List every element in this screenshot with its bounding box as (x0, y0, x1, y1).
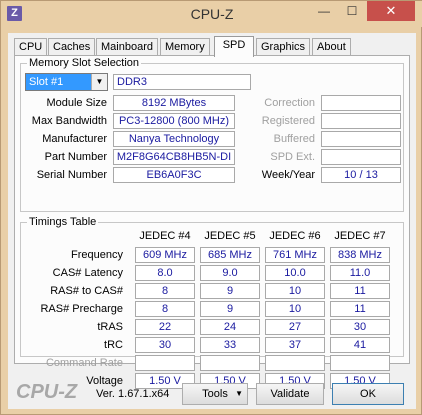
buffered-label: Buffered (273, 133, 315, 145)
timings-cell: 761 MHz (265, 247, 325, 263)
title-bar[interactable]: Z CPU-Z — ☐ ✕ (1, 1, 422, 27)
registered-label: Registered (261, 115, 315, 127)
manufacturer-label: Manufacturer (42, 133, 107, 145)
tab-mainboard[interactable]: Mainboard (96, 38, 158, 56)
timings-cell: 9.0 (200, 265, 260, 281)
timings-cell: 10.0 (265, 265, 325, 281)
tab-spd[interactable]: SPD (214, 36, 254, 57)
validate-button[interactable]: Validate (256, 383, 324, 405)
client-area: CPU Caches Mainboard Memory SPD Graphics… (8, 33, 416, 409)
module-size-label: Module Size (46, 97, 107, 109)
module-size-value: 8192 MBytes (113, 95, 235, 111)
timings-row-label: Frequency (71, 249, 123, 261)
timings-cell: 11 (330, 301, 390, 317)
slot-select-value: Slot #1 (29, 76, 64, 88)
timings-cell: 10 (265, 301, 325, 317)
serial-number-label: Serial Number (36, 169, 107, 181)
timings-cell (135, 355, 195, 371)
close-button[interactable]: ✕ (367, 1, 415, 21)
correction-value (321, 95, 401, 111)
part-number-label: Part Number (44, 151, 107, 163)
memory-type-value: DDR3 (113, 74, 251, 90)
timings-cell: 685 MHz (200, 247, 260, 263)
spd-panel: Memory Slot Selection Slot #1 ▼ DDR3 Mod… (14, 55, 410, 389)
chevron-down-icon: ▼ (91, 74, 107, 90)
spd-ext-label: SPD Ext. (270, 151, 315, 163)
tab-memory[interactable]: Memory (160, 38, 210, 56)
ok-button[interactable]: OK (332, 383, 404, 405)
week-year-label: Week/Year (261, 169, 315, 181)
part-number-value: M2F8G64CB8HB5N-DI (113, 149, 235, 165)
max-bandwidth-value: PC3-12800 (800 MHz) (113, 113, 235, 129)
timings-cell: 8 (135, 301, 195, 317)
timings-cell: 609 MHz (135, 247, 195, 263)
timings-cell: 41 (330, 337, 390, 353)
timings-column-header: JEDEC #5 (204, 230, 256, 242)
cpuz-window: Z CPU-Z — ☐ ✕ CPU Caches Mainboard Memor… (0, 0, 422, 415)
timings-cell: 22 (135, 319, 195, 335)
timings-cell: 30 (330, 319, 390, 335)
cpuz-logo: CPU-Z (16, 381, 78, 403)
max-bandwidth-label: Max Bandwidth (31, 115, 107, 127)
timings-cell: 33 (200, 337, 260, 353)
tab-graphics[interactable]: Graphics (256, 38, 311, 56)
timings-row-label: tRAS (97, 321, 123, 333)
timings-cell: 8 (135, 283, 195, 299)
slot-select[interactable]: Slot #1 ▼ (25, 73, 108, 91)
timings-cell: 30 (135, 337, 195, 353)
tab-about[interactable]: About (312, 38, 351, 56)
timings-cell (330, 355, 390, 371)
timings-group-title: Timings Table (27, 216, 99, 228)
timings-cell: 37 (265, 337, 325, 353)
timings-cell: 11.0 (330, 265, 390, 281)
timings-column-header: JEDEC #4 (139, 230, 191, 242)
spd-ext-value (321, 149, 401, 165)
chevron-down-icon: ▼ (235, 389, 243, 398)
timings-cell: 9 (200, 301, 260, 317)
timings-row-label: RAS# to CAS# (50, 285, 123, 297)
tab-cpu[interactable]: CPU (14, 38, 48, 56)
timings-column-header: JEDEC #7 (334, 230, 386, 242)
minimize-button[interactable]: — (311, 1, 337, 21)
timings-cell: 9 (200, 283, 260, 299)
memory-slot-group: Memory Slot Selection Slot #1 ▼ DDR3 Mod… (20, 57, 404, 212)
tab-caches[interactable]: Caches (48, 38, 96, 56)
maximize-button[interactable]: ☐ (339, 1, 365, 21)
timings-cell: 8.0 (135, 265, 195, 281)
timings-cell: 24 (200, 319, 260, 335)
timings-cell: 10 (265, 283, 325, 299)
timings-cell: 11 (330, 283, 390, 299)
week-year-value: 10 / 13 (321, 167, 401, 183)
timings-cell: 27 (265, 319, 325, 335)
version-label: Ver. 1.67.1.x64 (96, 388, 170, 400)
timings-row-label: tRC (104, 339, 123, 351)
registered-value (321, 113, 401, 129)
timings-row-label: RAS# Precharge (40, 303, 123, 315)
timings-cell (265, 355, 325, 371)
timings-column-header: JEDEC #6 (269, 230, 321, 242)
memory-slot-group-title: Memory Slot Selection (27, 57, 142, 69)
manufacturer-value: Nanya Technology (113, 131, 235, 147)
timings-row-label: CAS# Latency (52, 267, 123, 279)
timings-cell (200, 355, 260, 371)
timings-group: Timings Table JEDEC #4 JEDEC #5 JEDEC #6 JE… (20, 216, 404, 389)
correction-label: Correction (264, 97, 315, 109)
timings-cell: 838 MHz (330, 247, 390, 263)
buffered-value (321, 131, 401, 147)
tools-button[interactable]: Tools ▼ (182, 383, 248, 405)
timings-row-label: Command Rate (45, 357, 123, 369)
tools-button-label: Tools (202, 388, 228, 400)
serial-number-value: EB6A0F3C (113, 167, 235, 183)
